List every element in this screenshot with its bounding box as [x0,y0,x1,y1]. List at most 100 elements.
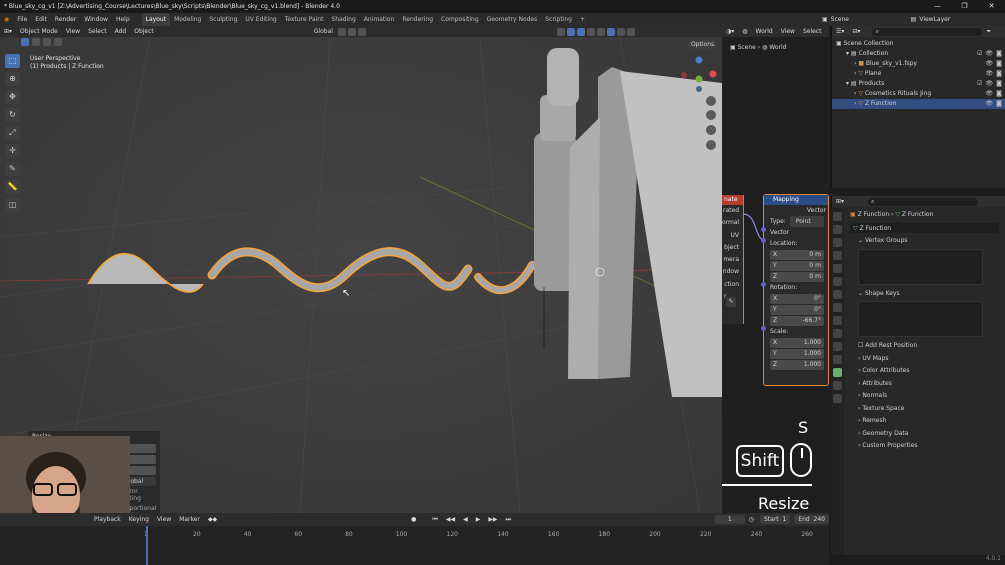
modifier-tab-icon[interactable] [833,316,842,325]
select-box-tool-icon[interactable]: ⬚ [5,54,20,68]
socket-uv[interactable]: UV [722,230,740,242]
outliner-item-products[interactable]: ▾ ▤ Products ☑ 👁 ◙ [832,79,1005,89]
play-icon[interactable]: ▶ [472,514,485,525]
collection-tab-icon[interactable] [833,290,842,299]
object-mode-dropdown[interactable]: Object Mode [16,26,62,37]
workspace-tab-rendering[interactable]: Rendering [398,13,437,26]
section-attributes[interactable]: › Attributes [848,378,1005,391]
eyedropper-icon[interactable]: ✎ [726,297,736,307]
vertex-groups-list[interactable] [858,248,983,285]
socket-reflection[interactable]: ction [722,279,739,291]
jump-end-icon[interactable]: ⏭ [502,514,515,525]
section-geometry-data[interactable]: › Geometry Data [848,428,1005,441]
expand-arrow-icon[interactable]: ▾ ▤ [846,80,859,87]
outliner-search-input[interactable]: ⌕ [872,27,983,36]
jump-start-icon[interactable]: ⏮ [428,514,441,525]
workspace-tab-scripting[interactable]: Scripting [541,13,576,26]
workspace-tab-uv-editing[interactable]: UV Editing [241,13,280,26]
mapping-node[interactable]: Mapping Vector Type: Point Vector Locati… [761,194,829,386]
record-icon[interactable]: ● [407,514,420,525]
current-frame-field[interactable]: 1 [714,515,745,524]
select-subtract-icon[interactable] [43,38,51,46]
outliner-type-icon[interactable]: ☰▾ [832,26,848,37]
visibility-icon[interactable] [556,27,565,36]
wireframe-shading-icon[interactable] [596,27,605,36]
keyframe-interpolation-icon[interactable]: ◆◆ [204,514,221,525]
outliner-item-collection[interactable]: ▾ ▤ Collection ☑ 👁 ◙ [832,49,1005,59]
section-color-attributes[interactable]: › Color Attributes [848,365,1005,378]
move-tool-icon[interactable]: ✥ [5,90,20,104]
world-tab-icon[interactable] [833,277,842,286]
proportional-icon[interactable] [357,27,366,36]
rendered-shading-icon[interactable] [626,27,635,36]
socket-generated[interactable]: rated [722,205,739,217]
timeline-menu-view[interactable]: View [153,514,175,525]
socket-normal[interactable]: ormal [722,217,739,229]
annotate-tool-icon[interactable]: ✎ [5,162,20,176]
section-shape-keys[interactable]: ⌄ Shape Keys [848,288,1005,301]
location-y-field[interactable]: Y0 m [770,261,824,271]
section-vertex-groups[interactable]: ⌄ Vertex Groups [848,235,1005,248]
menu-window[interactable]: Window [80,13,112,26]
maximize-button[interactable]: ❐ [951,0,978,13]
socket-window[interactable]: ndow [722,266,739,278]
node-editor-type-icon[interactable]: ◑▾ [722,26,738,37]
object-tab-icon[interactable] [833,303,842,312]
workspace-tab-texture-paint[interactable]: Texture Paint [281,13,328,26]
menu-add[interactable]: Add [111,26,131,37]
output-tab-icon[interactable] [833,238,842,247]
outliner-item-plane[interactable]: › ▽ Plane 👁 ◙ [832,69,1005,79]
select-extend-icon[interactable] [32,38,40,46]
measure-tool-icon[interactable]: 📏 [5,180,20,194]
socket-camera[interactable]: mera [722,254,739,266]
material-shading-icon[interactable] [616,27,625,36]
node-menu-select[interactable]: Select [799,26,826,37]
snap-icon[interactable] [347,27,356,36]
location-z-field[interactable]: Z0 m [770,272,824,282]
scale-x-field[interactable]: X 1.000 [770,338,824,348]
outliner-display-mode-icon[interactable]: ⊟▾ [848,26,864,37]
play-reverse-icon[interactable]: ◀ [459,514,472,525]
workspace-tab-sculpting[interactable]: Sculpting [205,13,241,26]
section-remesh[interactable]: › Remesh [848,415,1005,428]
overlay-toggle-icon[interactable] [576,27,585,36]
texture-tab-icon[interactable] [833,394,842,403]
scene-selector[interactable]: Scene [831,16,911,23]
workspace-tab-geometry-nodes[interactable]: Geometry Nodes [483,13,542,26]
breadcrumb-scene[interactable]: Scene [738,44,756,51]
outliner-item-z-function[interactable]: › ▽ Z Function 👁 ◙ [832,99,1005,109]
physics-tab-icon[interactable] [833,342,842,351]
transform-tool-icon[interactable]: ✛ [5,144,20,158]
mapping-type-dropdown[interactable]: Point [789,216,824,227]
mapping-output-vector[interactable]: Vector [764,205,828,216]
editor-type-icon[interactable]: ⊞▾ [0,26,16,37]
view-layer-tab-icon[interactable] [833,251,842,260]
blender-logo-icon[interactable]: ◉ [0,13,13,26]
shape-keys-list[interactable] [858,301,983,337]
mesh-datablock-field[interactable]: ▽ Z Function [850,223,999,233]
menu-help[interactable]: Help [112,13,134,26]
timeline-menu-marker[interactable]: Marker [175,514,204,525]
add-workspace-button[interactable]: + [576,13,589,26]
view-layer-selector[interactable]: ViewLayer [919,16,950,23]
render-tab-icon[interactable] [833,225,842,234]
timeline-scrubber[interactable]: 120406080100120140160180200220240260 [0,526,829,565]
timeline-menu-keying[interactable]: Keying [125,514,153,525]
start-frame-field[interactable]: Start 1 [759,515,791,524]
rotate-tool-icon[interactable]: ↻ [5,108,20,122]
properties-search-input[interactable]: ⌕ [868,197,979,206]
section-normals[interactable]: › Normals [848,390,1005,403]
solid-shading-icon[interactable] [606,27,615,36]
mesh-data-tab-icon[interactable] [833,368,842,377]
expand-arrow-icon[interactable]: ▾ ▤ [846,50,859,57]
outliner-scene-collection[interactable]: ▣ Scene Collection [832,39,1005,49]
playhead[interactable] [146,526,148,565]
workspace-tab-compositing[interactable]: Compositing [437,13,483,26]
constraints-tab-icon[interactable] [833,355,842,364]
close-button[interactable]: ✕ [978,0,1005,13]
menu-edit[interactable]: Edit [31,13,51,26]
rotation-y-field[interactable]: Y 0° [770,305,824,315]
section-texture-space[interactable]: › Texture Space [848,403,1005,416]
texture-coordinate-node-title[interactable]: nate [722,195,743,205]
menu-select[interactable]: Select [84,26,111,37]
